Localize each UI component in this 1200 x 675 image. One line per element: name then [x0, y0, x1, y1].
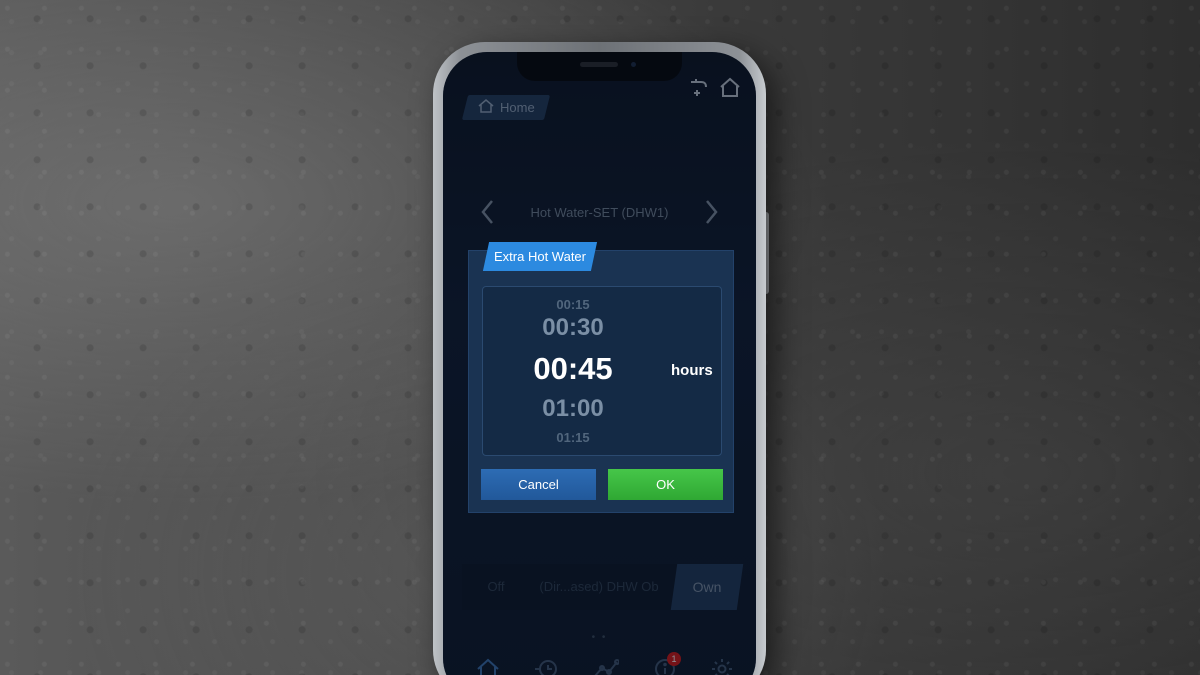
- dialog-title: Extra Hot Water: [494, 249, 586, 264]
- dialog-title-tab: Extra Hot Water: [482, 242, 598, 271]
- app-screen: Home Hot Water-SET (DHW1) Off (Dir...ase…: [443, 52, 756, 675]
- duration-picker[interactable]: 00:15 00:30 00:45 01:00 01:15 hours: [482, 286, 722, 456]
- picker-unit-label: hours: [671, 362, 713, 379]
- picker-option[interactable]: 01:00: [483, 395, 663, 423]
- picker-option[interactable]: 01:15: [483, 430, 663, 445]
- cancel-button[interactable]: Cancel: [481, 469, 596, 500]
- extra-hot-water-dialog: Extra Hot Water 00:15 00:30 00:45 01:00 …: [468, 242, 734, 513]
- picker-option[interactable]: 00:30: [483, 314, 663, 342]
- picker-option[interactable]: 00:15: [483, 297, 663, 312]
- phone-device: Home Hot Water-SET (DHW1) Off (Dir...ase…: [433, 42, 766, 675]
- ok-button[interactable]: OK: [608, 469, 723, 500]
- picker-selected-value[interactable]: 00:45: [483, 351, 663, 387]
